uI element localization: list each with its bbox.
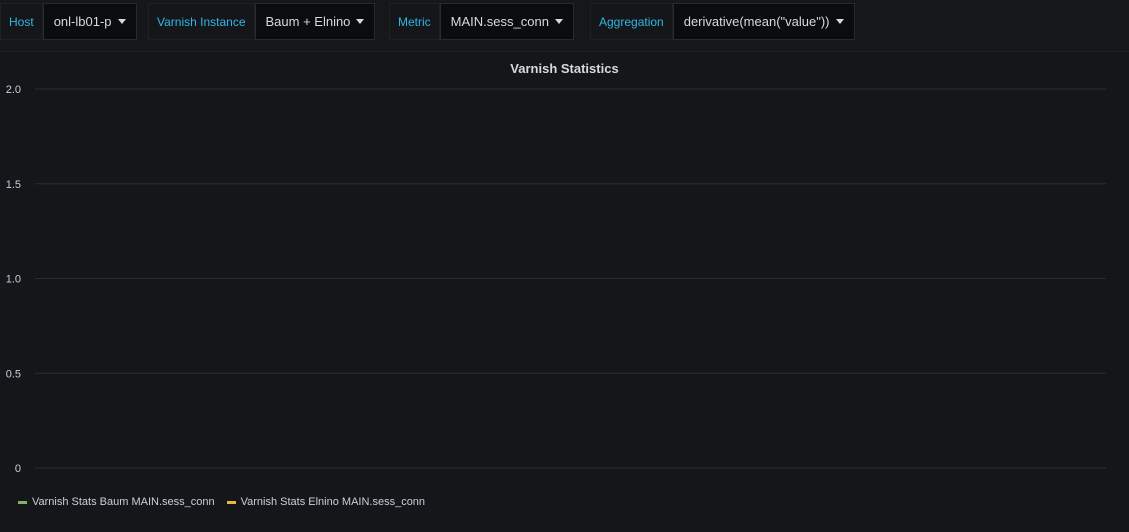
y-tick-label: 1.5: [6, 179, 21, 191]
legend-item-baum[interactable]: Varnish Stats Baum MAIN.sess_conn: [18, 496, 215, 508]
y-tick-label: 1.0: [6, 274, 21, 286]
legend: Varnish Stats Baum MAIN.sess_conn Varnis…: [18, 496, 437, 508]
y-tick-label: 2.0: [6, 84, 21, 96]
legend-label-baum: Varnish Stats Baum MAIN.sess_conn: [32, 496, 215, 508]
y-tick-label: 0.5: [6, 368, 21, 380]
legend-item-elnino[interactable]: Varnish Stats Elnino MAIN.sess_conn: [226, 496, 426, 508]
legend-label-elnino: Varnish Stats Elnino MAIN.sess_conn: [240, 496, 426, 508]
chart-area[interactable]: 00.51.01.52.013:2513:3013:3513:4013:4513…: [0, 0, 1129, 531]
legend-swatch-baum: [18, 500, 27, 504]
legend-swatch-elnino: [226, 500, 236, 504]
y-tick-label: 0: [15, 463, 21, 475]
